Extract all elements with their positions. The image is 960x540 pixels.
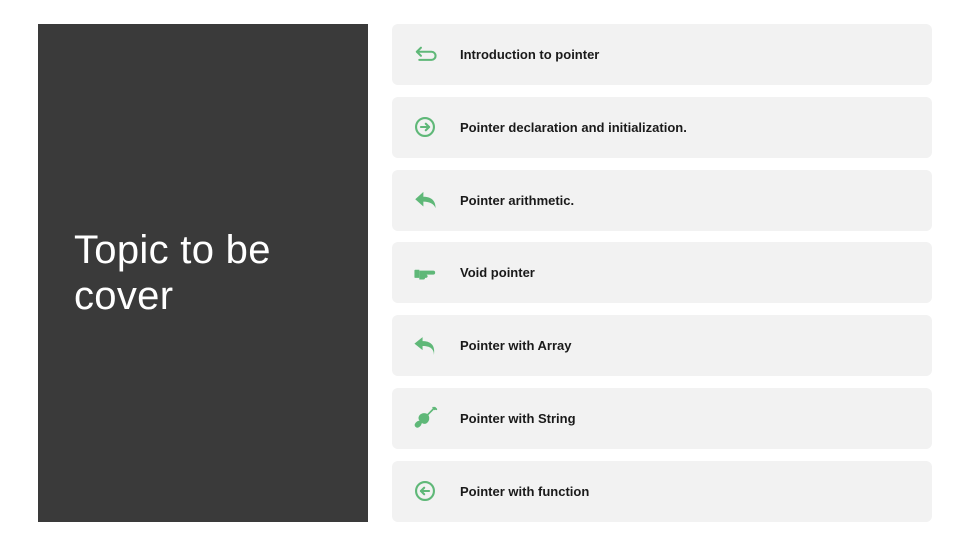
- topics-list: Introduction to pointer Pointer declarat…: [392, 24, 932, 522]
- slide: Topic to be cover Introduction to pointe…: [0, 0, 960, 540]
- topic-label: Pointer with function: [460, 484, 589, 499]
- undo-solid-icon: [412, 333, 460, 359]
- circle-arrow-right-icon: [412, 114, 460, 140]
- undo-outline-icon: [412, 42, 460, 68]
- topic-label: Pointer with Array: [460, 338, 571, 353]
- topic-label: Pointer with String: [460, 411, 576, 426]
- violin-icon: [412, 406, 460, 432]
- title-panel: Topic to be cover: [38, 24, 368, 522]
- topic-label: Pointer arithmetic.: [460, 193, 574, 208]
- topic-label: Pointer declaration and initialization.: [460, 120, 687, 135]
- topic-label: Introduction to pointer: [460, 47, 599, 62]
- page-title: Topic to be cover: [74, 227, 368, 319]
- list-item: Pointer declaration and initialization.: [392, 97, 932, 158]
- list-item: Pointer with Array: [392, 315, 932, 376]
- topic-label: Void pointer: [460, 265, 535, 280]
- list-item: Introduction to pointer: [392, 24, 932, 85]
- list-item: Pointer with String: [392, 388, 932, 449]
- reply-solid-icon: [412, 187, 460, 213]
- list-item: Pointer arithmetic.: [392, 170, 932, 231]
- circle-arrow-left-icon: [412, 478, 460, 504]
- list-item: Void pointer: [392, 242, 932, 303]
- hand-point-right-icon: [412, 260, 460, 286]
- list-item: Pointer with function: [392, 461, 932, 522]
